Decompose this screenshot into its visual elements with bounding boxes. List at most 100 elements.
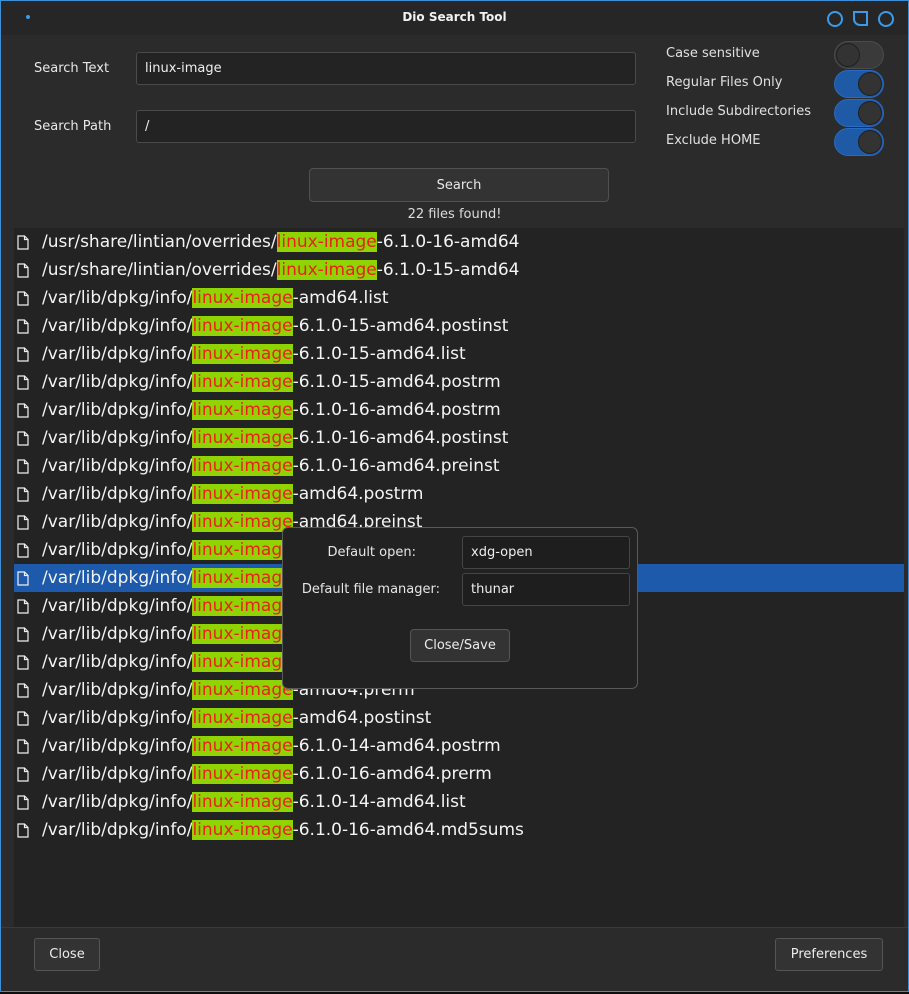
result-row[interactable]: /var/lib/dpkg/info/linux-image -amd64.pos… [14,480,904,508]
search-path-input[interactable]: / [136,110,636,143]
toggle-knob [858,130,882,154]
preferences-button[interactable]: Preferences [775,938,883,971]
file-icon [17,374,29,390]
file-icon [17,514,29,530]
toggle-knob [858,101,882,125]
result-path-prefix: /var/lib/dpkg/info/ [42,344,193,364]
toggle-knob [858,72,882,96]
result-path-suffix: -6.1.0-16-amd64.preinst [292,456,500,476]
file-icon [17,318,29,334]
result-match-highlight: linux-image [192,484,293,504]
result-path-prefix: /usr/share/lintian/overrides/ [42,260,277,280]
result-path-prefix: /var/lib/dpkg/info/ [42,372,193,392]
exclude-home-label: Exclude HOME [666,133,761,148]
file-icon [17,346,29,362]
search-text-input[interactable]: linux-image [136,52,636,85]
maximize-icon[interactable] [853,11,868,26]
result-path-suffix: -6.1.0-14-amd64.list [292,792,466,812]
result-path-suffix: -6.1.0-16-amd64 [376,232,520,252]
result-row[interactable]: /var/lib/dpkg/info/linux-image -6.1.0-16-… [14,816,904,844]
result-path-prefix: /var/lib/dpkg/info/ [42,736,193,756]
toggle-knob [836,43,860,67]
result-match-highlight: linux-image [192,736,293,756]
result-match-highlight: linux-image [192,288,293,308]
file-icon [17,542,29,558]
result-path-suffix: -6.1.0-16-amd64.postinst [292,428,509,448]
result-row[interactable]: /var/lib/dpkg/info/linux-image -amd64.pos… [14,704,904,732]
result-path-prefix: /var/lib/dpkg/info/ [42,792,193,812]
result-match-highlight: linux-image [192,456,293,476]
result-row[interactable]: /var/lib/dpkg/info/linux-image -6.1.0-16-… [14,396,904,424]
result-count: 22 files found! [407,207,502,222]
file-icon [17,626,29,642]
file-icon [17,738,29,754]
result-path-prefix: /var/lib/dpkg/info/ [42,540,193,560]
result-path-prefix: /var/lib/dpkg/info/ [42,624,193,644]
result-path-prefix: /usr/share/lintian/overrides/ [42,232,277,252]
default-file-manager-label: Default file manager: [301,582,440,597]
result-row[interactable]: /var/lib/dpkg/info/linux-image -6.1.0-15-… [14,340,904,368]
file-icon [17,766,29,782]
result-row[interactable]: /var/lib/dpkg/info/linux-image -6.1.0-16-… [14,452,904,480]
default-open-input[interactable]: xdg-open [462,536,630,569]
bottom-bar: Close Preferences [1,927,908,991]
file-icon [17,458,29,474]
result-path-prefix: /var/lib/dpkg/info/ [42,820,193,840]
result-match-highlight: linux-image [192,820,293,840]
result-row[interactable]: /usr/share/lintian/overrides/linux-image… [14,228,904,256]
file-icon [17,430,29,446]
result-match-highlight: linux-image [192,708,293,728]
search-text-label: Search Text [34,61,110,76]
result-path-suffix: -amd64.postinst [292,708,432,728]
search-button[interactable]: Search [309,168,609,202]
result-row[interactable]: /var/lib/dpkg/info/linux-image -6.1.0-14-… [14,732,904,760]
file-icon [17,290,29,306]
result-match-highlight: linux-image [276,232,377,252]
file-icon [17,486,29,502]
result-row[interactable]: /var/lib/dpkg/info/linux-image -6.1.0-16-… [14,760,904,788]
default-file-manager-input[interactable]: thunar [462,573,630,606]
close-save-button[interactable]: Close/Save [410,629,510,662]
result-row[interactable]: /var/lib/dpkg/info/linux-image -6.1.0-15-… [14,368,904,396]
result-row[interactable]: /usr/share/lintian/overrides/linux-image… [14,256,904,284]
result-path-prefix: /var/lib/dpkg/info/ [42,428,193,448]
result-row[interactable]: /var/lib/dpkg/info/linux-image -6.1.0-15-… [14,312,904,340]
include-subdirectories-toggle[interactable] [834,99,884,127]
result-path-suffix: -6.1.0-14-amd64.postrm [292,736,501,756]
case-sensitive-toggle[interactable] [834,41,884,69]
result-path-prefix: /var/lib/dpkg/info/ [42,484,193,504]
preferences-dialog: Default open: xdg-open Default file mana… [282,527,638,689]
result-match-highlight: linux-image [192,792,293,812]
exclude-home-toggle[interactable] [834,128,884,156]
result-path-suffix: -6.1.0-15-amd64 [376,260,520,280]
result-match-highlight: linux-image [192,568,293,588]
close-icon[interactable] [878,11,894,27]
result-path-suffix: -6.1.0-15-amd64.postrm [292,372,501,392]
window-title: Dio Search Tool [402,10,507,24]
result-row[interactable]: /var/lib/dpkg/info/linux-image -6.1.0-14-… [14,788,904,816]
result-match-highlight: linux-image [192,400,293,420]
result-match-highlight: linux-image [192,624,293,644]
result-match-highlight: linux-image [192,652,293,672]
result-match-highlight: linux-image [192,372,293,392]
result-row[interactable]: /var/lib/dpkg/info/linux-image -6.1.0-16-… [14,424,904,452]
result-path-suffix: -6.1.0-16-amd64.prerm [292,764,492,784]
title-bar: Dio Search Tool [1,1,908,35]
result-path-prefix: /var/lib/dpkg/info/ [42,288,193,308]
minimize-icon[interactable] [827,11,843,27]
result-match-highlight: linux-image [192,344,293,364]
result-row[interactable]: /var/lib/dpkg/info/linux-image -amd64.lis… [14,284,904,312]
result-path-prefix: /var/lib/dpkg/info/ [42,512,193,532]
result-path-prefix: /var/lib/dpkg/info/ [42,596,193,616]
result-match-highlight: linux-image [192,512,293,532]
app-window: Dio Search Tool Search Text linux-image … [0,0,909,992]
close-button[interactable]: Close [34,938,100,971]
result-match-highlight: linux-image [276,260,377,280]
file-icon [17,570,29,586]
file-icon [17,234,29,250]
regular-files-only-toggle[interactable] [834,70,884,98]
default-open-label: Default open: [327,545,416,560]
result-path-prefix: /var/lib/dpkg/info/ [42,764,193,784]
result-match-highlight: linux-image [192,428,293,448]
result-match-highlight: linux-image [192,316,293,336]
